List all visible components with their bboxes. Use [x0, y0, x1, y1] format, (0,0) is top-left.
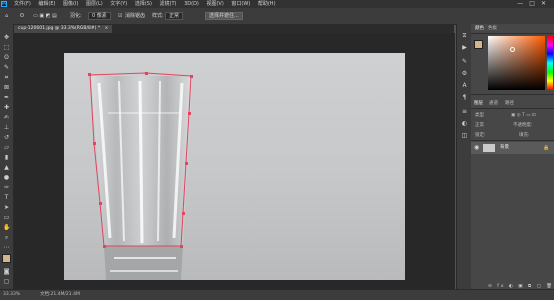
menu-window[interactable]: 窗口(W) [231, 1, 250, 7]
channels-tab[interactable]: 通道 [489, 100, 498, 107]
maximize-button[interactable]: □ [529, 0, 541, 7]
blur-tool-icon[interactable]: ▲ [3, 164, 10, 171]
options-bar: ⌂ ʘ ▭ ▣ ◩ ▤ 羽化: 0 像素 ☑ 消除锯齿 样式: 正常 选择并遮住… [0, 8, 554, 25]
minimize-button[interactable]: — [517, 0, 529, 7]
eyedropper-tool-icon[interactable]: ✒ [3, 94, 10, 101]
eye-icon[interactable]: ◉ [474, 144, 479, 152]
stamp-tool-icon[interactable]: ⊥ [3, 124, 10, 131]
glass-image [88, 72, 193, 280]
document-image[interactable] [64, 53, 405, 280]
type-tool-icon[interactable]: T [3, 194, 10, 201]
paragraph-panel-icon[interactable]: ¶ [461, 94, 468, 101]
menu-file[interactable]: 文件(F) [14, 1, 31, 7]
style-select[interactable]: 正常 [165, 12, 184, 20]
brush-settings-icon[interactable]: ✎ [461, 58, 468, 65]
hand-tool-icon[interactable]: ✋ [3, 224, 10, 231]
panel-foreground-swatch[interactable] [474, 40, 483, 49]
collapsed-panels-strip: ⧖ ▶ ✎ ⚙ A ¶ ≡ ◐ ◫ [456, 24, 472, 289]
selection-mode-icons[interactable]: ▭ ▣ ◩ ▤ [33, 12, 57, 20]
paths-tab[interactable]: 路径 [505, 100, 514, 107]
more-tools-icon[interactable]: ⋯ [3, 244, 10, 251]
antialias-label: 消除锯齿 [125, 13, 146, 19]
history-brush-tool-icon[interactable]: ↺ [3, 134, 10, 141]
layers-tab[interactable]: 图层 [474, 100, 483, 107]
screen-mode-icon[interactable]: ▢ [3, 278, 10, 285]
color-picker-field[interactable] [488, 36, 545, 90]
lock-icon: 🔒 [543, 145, 550, 151]
layer-filter-kind[interactable]: 类型 [475, 112, 484, 119]
actions-panel-icon[interactable]: ▶ [461, 44, 468, 51]
document-tab-bar: cup-120601.jpg @ 33.3%(RGB/8#) * × [14, 25, 454, 33]
hue-slider[interactable] [547, 36, 553, 90]
menu-help[interactable]: 帮助(H) [258, 1, 276, 7]
fill-label: 填充: [519, 133, 530, 138]
menu-image[interactable]: 图像(I) [63, 1, 78, 7]
adjustments-panel-icon[interactable]: ◐ [461, 120, 468, 127]
healing-tool-icon[interactable]: ✚ [3, 104, 10, 111]
close-window-button[interactable]: ✕ [541, 0, 552, 7]
feather-input[interactable]: 0 像素 [88, 12, 111, 20]
frame-tool-icon[interactable]: ⊠ [3, 84, 10, 91]
foreground-color-swatch[interactable] [2, 254, 11, 263]
menu-bar: Ps 文件(F) 编辑(E) 图像(I) 图层(L) 文字(Y) 选择(S) 滤… [0, 0, 554, 8]
quick-mask-icon[interactable]: ◙ [3, 268, 10, 275]
clone-source-icon[interactable]: ⚙ [461, 70, 468, 77]
brush-tool-icon[interactable]: ✍ [3, 114, 10, 121]
gradient-tool-icon[interactable]: ▮ [3, 154, 10, 161]
opacity-label: 不透明度: [513, 123, 533, 128]
style-label: 样式: [152, 13, 164, 19]
crop-tool-icon[interactable]: ⌗ [3, 74, 10, 81]
menu-3d[interactable]: 3D(D) [184, 1, 199, 7]
feather-label: 羽化: [70, 13, 82, 19]
lasso-icon[interactable]: ʘ [20, 12, 24, 20]
close-tab-icon[interactable]: × [105, 26, 109, 31]
menu-items: 文件(F) 编辑(E) 图像(I) 图层(L) 文字(Y) 选择(S) 滤镜(T… [14, 0, 282, 8]
libraries-panel-icon[interactable]: ◫ [461, 132, 468, 139]
swatches-tab[interactable]: 色板 [488, 25, 497, 32]
shape-tool-icon[interactable]: ▭ [3, 214, 10, 221]
layer-row-background[interactable]: ◉ 背景 🔒 [471, 142, 554, 154]
character-panel-icon[interactable]: A [461, 82, 468, 89]
antialias-checkbox[interactable]: ☑ [118, 12, 122, 20]
glass-base [104, 246, 183, 280]
photoshop-logo-icon: Ps [1, 1, 8, 7]
menu-filter[interactable]: 滤镜(T) [160, 1, 177, 7]
document-tab[interactable]: cup-120601.jpg @ 33.3%(RGB/8#) * × [14, 25, 113, 33]
zoom-tool-icon[interactable]: ⌕ [3, 234, 10, 241]
tools-panel: ✥ ⬚ ʘ ✎ ⌗ ⊠ ✒ ✚ ✍ ⊥ ↺ ▱ ▮ ▲ ● ✑ T ➤ ▭ ✋ … [0, 24, 14, 289]
menu-edit[interactable]: 编辑(E) [38, 1, 55, 7]
menu-view[interactable]: 视图(V) [206, 1, 223, 7]
lasso-tool-icon[interactable]: ʘ [3, 54, 10, 61]
move-tool-icon[interactable]: ✥ [3, 34, 10, 41]
menu-layer[interactable]: 图层(L) [86, 1, 103, 7]
status-bar: 33.33% 文档:21.4M/21.4M [0, 289, 554, 300]
properties-panel-icon[interactable]: ≡ [461, 108, 468, 115]
menu-type[interactable]: 文字(Y) [110, 1, 127, 7]
document-tab-label: cup-120601.jpg @ 33.3%(RGB/8#) * [18, 26, 101, 31]
path-select-tool-icon[interactable]: ➤ [3, 204, 10, 211]
history-panel-icon[interactable]: ⧖ [461, 32, 468, 39]
dodge-tool-icon[interactable]: ● [3, 174, 10, 181]
layer-name[interactable]: 背景 [500, 142, 509, 154]
home-icon[interactable]: ⌂ [5, 12, 8, 20]
blend-mode-select[interactable]: 正常 [475, 122, 484, 129]
quick-select-tool-icon[interactable]: ✎ [3, 64, 10, 71]
color-tab[interactable]: 颜色 [475, 25, 484, 32]
marquee-tool-icon[interactable]: ⬚ [3, 44, 10, 51]
menu-select[interactable]: 选择(S) [135, 1, 152, 7]
color-picker-cursor[interactable] [510, 47, 515, 52]
eraser-tool-icon[interactable]: ▱ [3, 144, 10, 151]
layer-filter-icons[interactable]: ▣ ◎ T ▭ ⊡ [511, 112, 536, 119]
window-controls: —□✕ [517, 0, 552, 8]
select-and-mask-button[interactable]: 选择并遮住... [205, 12, 243, 20]
lock-label: 锁定: [475, 133, 486, 138]
layer-thumbnail [483, 144, 495, 152]
pen-tool-icon[interactable]: ✑ [3, 184, 10, 191]
